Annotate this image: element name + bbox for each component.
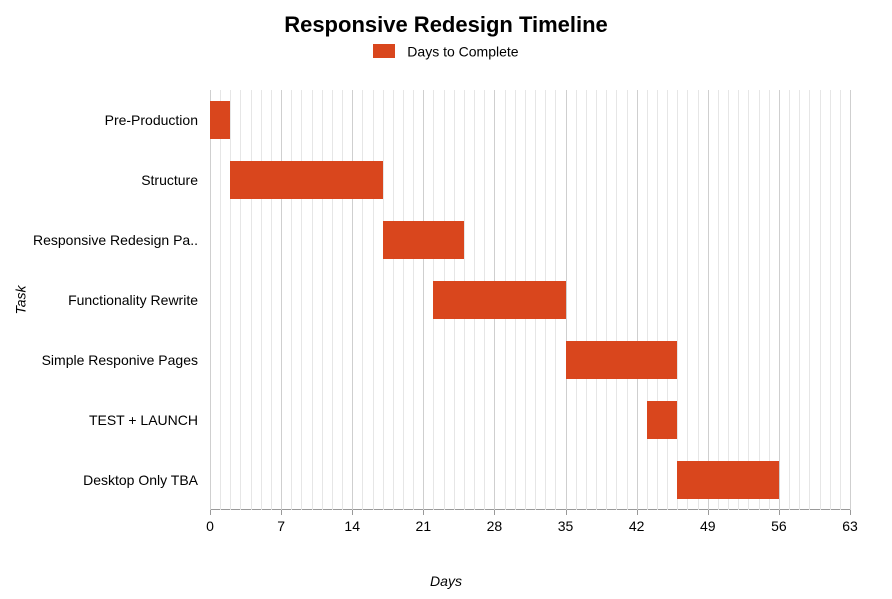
grid-line [698, 90, 699, 510]
grid-line [667, 90, 668, 510]
x-tick-mark [352, 510, 353, 515]
x-axis-label: Days [0, 573, 892, 589]
grid-line [251, 90, 252, 510]
x-tick-mark [708, 510, 709, 515]
x-tick-label: 0 [206, 518, 214, 534]
grid-line [759, 90, 760, 510]
grid-line [393, 90, 394, 510]
grid-line [748, 90, 749, 510]
grid-line [301, 90, 302, 510]
x-tick-mark [210, 510, 211, 515]
grid-line [830, 90, 831, 510]
grid-line [789, 90, 790, 510]
category-label: Responsive Redesign Pa.. [33, 232, 210, 248]
grid-line [586, 90, 587, 510]
x-tick-label: 7 [277, 518, 285, 534]
gantt-bar [383, 221, 464, 259]
grid-line [820, 90, 821, 510]
gantt-bar [647, 401, 677, 439]
grid-line [261, 90, 262, 510]
grid-line [850, 90, 851, 510]
grid-line [647, 90, 648, 510]
grid-line [220, 90, 221, 510]
grid-line [312, 90, 313, 510]
x-tick-mark [779, 510, 780, 515]
grid-line [637, 90, 638, 510]
grid-line [352, 90, 353, 510]
grid-line [657, 90, 658, 510]
category-label: Functionality Rewrite [68, 292, 210, 308]
category-label: Simple Responive Pages [42, 352, 210, 368]
grid-line [616, 90, 617, 510]
gantt-bar [230, 161, 382, 199]
grid-line [718, 90, 719, 510]
grid-line [576, 90, 577, 510]
grid-line [291, 90, 292, 510]
grid-line [708, 90, 709, 510]
grid-line [271, 90, 272, 510]
grid-line [809, 90, 810, 510]
x-tick-label: 63 [842, 518, 858, 534]
category-label: Pre-Production [105, 112, 210, 128]
grid-line [423, 90, 424, 510]
gantt-bar [566, 341, 678, 379]
legend-swatch [373, 44, 395, 58]
grid-line [383, 90, 384, 510]
gantt-bar [433, 281, 565, 319]
x-tick-mark [566, 510, 567, 515]
grid-line [799, 90, 800, 510]
grid-line [769, 90, 770, 510]
x-tick-label: 42 [629, 518, 645, 534]
grid-line [322, 90, 323, 510]
grid-line [240, 90, 241, 510]
x-tick-mark [281, 510, 282, 515]
grid-line [403, 90, 404, 510]
gantt-chart: Responsive Redesign Timeline Days to Com… [0, 0, 892, 599]
x-tick-label: 49 [700, 518, 716, 534]
grid-line [627, 90, 628, 510]
grid-line [677, 90, 678, 510]
grid-line [779, 90, 780, 510]
grid-line [332, 90, 333, 510]
x-tick-mark [494, 510, 495, 515]
grid-line [687, 90, 688, 510]
grid-line [281, 90, 282, 510]
x-tick-label: 21 [416, 518, 432, 534]
category-label: TEST + LAUNCH [89, 412, 210, 428]
x-axis-line [210, 509, 850, 510]
grid-line [342, 90, 343, 510]
grid-line [840, 90, 841, 510]
x-tick-mark [850, 510, 851, 515]
plot-area: 071421283542495663Pre-ProductionStructur… [210, 90, 850, 510]
grid-line [738, 90, 739, 510]
grid-line [606, 90, 607, 510]
x-tick-label: 14 [344, 518, 360, 534]
x-tick-mark [637, 510, 638, 515]
category-label: Structure [141, 172, 210, 188]
y-axis-label: Task [13, 285, 29, 314]
x-tick-mark [423, 510, 424, 515]
x-tick-label: 35 [558, 518, 574, 534]
chart-title: Responsive Redesign Timeline [0, 12, 892, 38]
gantt-bar [210, 101, 230, 139]
grid-line [566, 90, 567, 510]
legend: Days to Complete [0, 42, 892, 59]
grid-line [596, 90, 597, 510]
x-tick-label: 56 [771, 518, 787, 534]
grid-line [362, 90, 363, 510]
grid-line [413, 90, 414, 510]
grid-line [230, 90, 231, 510]
category-label: Desktop Only TBA [83, 472, 210, 488]
x-tick-label: 28 [487, 518, 503, 534]
grid-line [373, 90, 374, 510]
gantt-bar [677, 461, 779, 499]
grid-line [210, 90, 211, 510]
grid-line [728, 90, 729, 510]
legend-label: Days to Complete [407, 43, 518, 59]
